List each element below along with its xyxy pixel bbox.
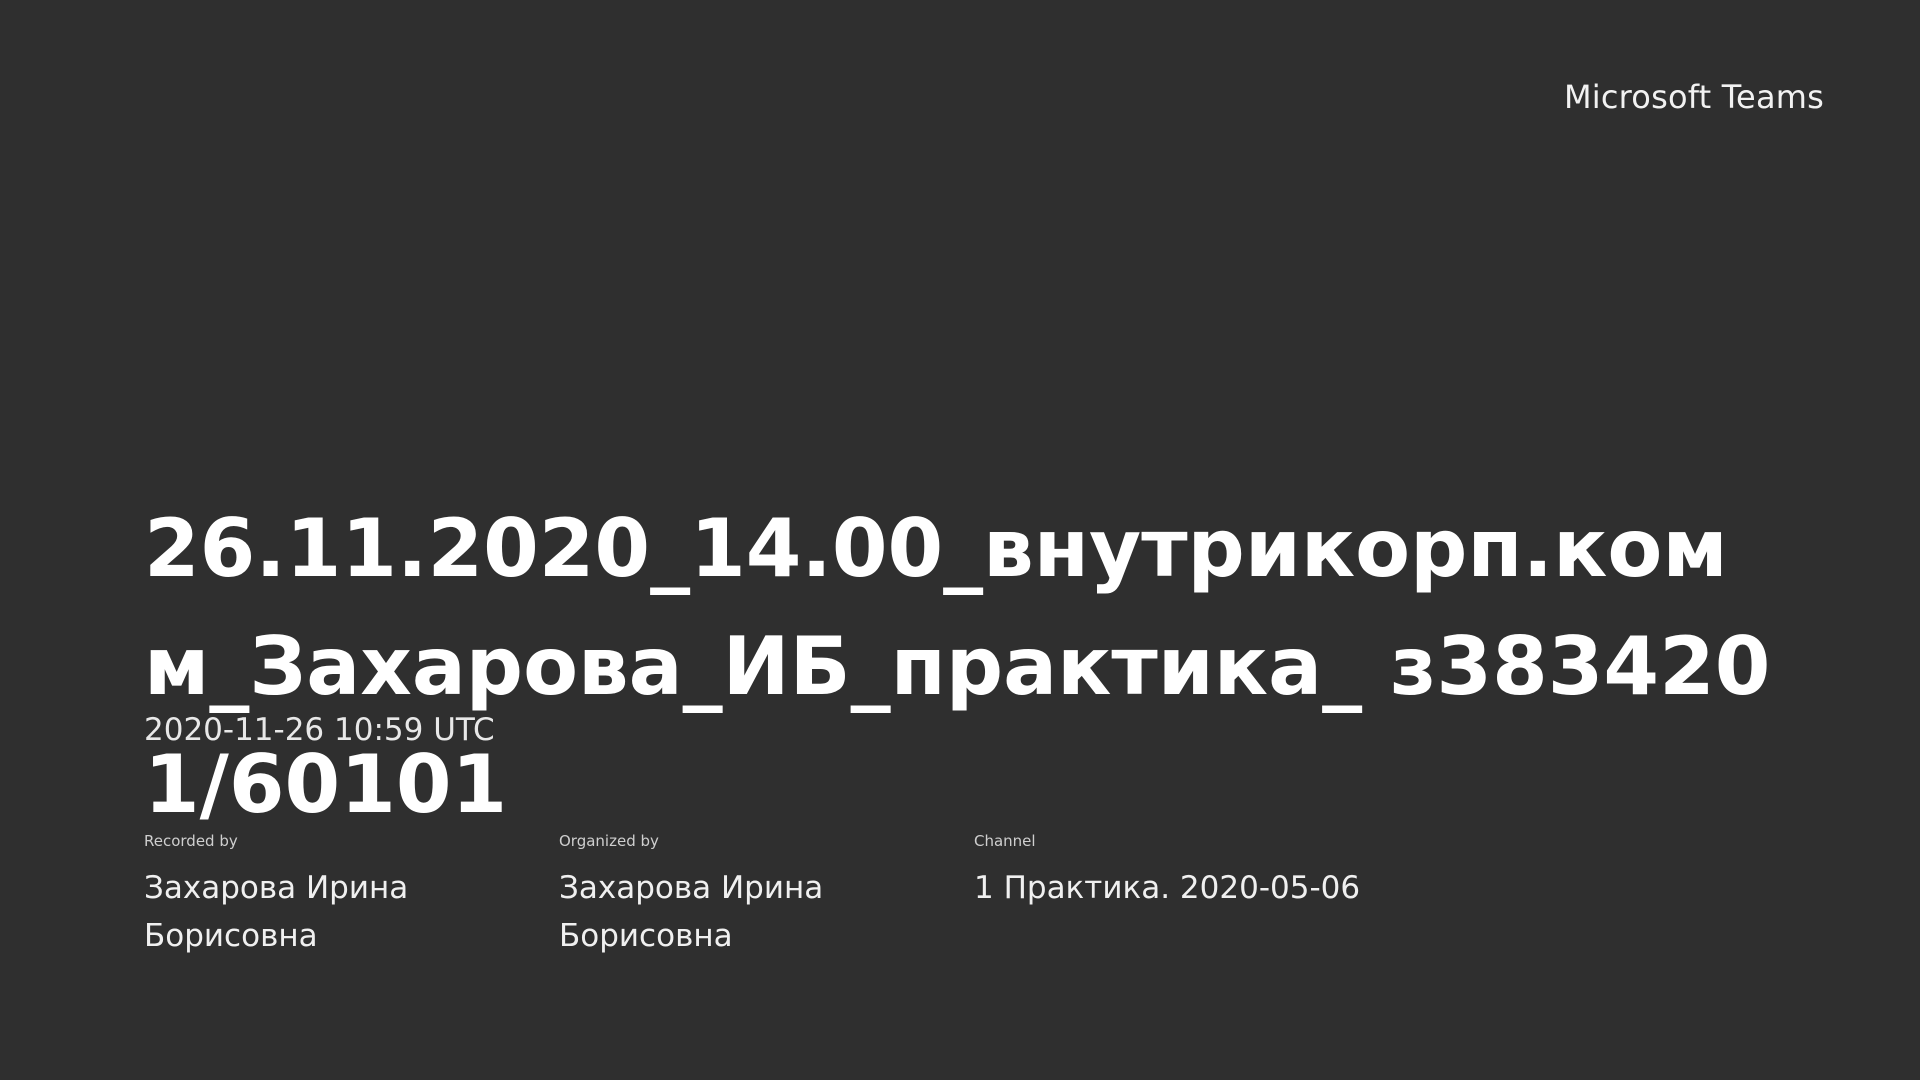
recorded-by-label: Recorded by	[144, 832, 238, 850]
recording-datetime: 2020-11-26 10:59 UTC	[144, 712, 495, 748]
recording-title: 26.11.2020_14.00_внутрикорп.комм_Захаров…	[144, 502, 1771, 831]
channel-label: Channel	[974, 832, 1036, 850]
channel-value: 1 Практика. 2020-05-06	[974, 870, 1361, 906]
recorded-by-value: Захарова Ирина Борисовна	[144, 870, 409, 954]
recorded-by-section: Recorded by Захарова Ирина Борисовна	[144, 832, 559, 960]
recording-meta: Recorded by Захарова Ирина Борисовна Org…	[144, 832, 1389, 960]
organized-by-section: Organized by Захарова Ирина Борисовна	[559, 832, 974, 960]
organized-by-value: Захарова Ирина Борисовна	[559, 870, 824, 954]
organized-by-label: Organized by	[559, 832, 659, 850]
channel-section: Channel 1 Практика. 2020-05-06	[974, 832, 1389, 960]
brand-label: Microsoft Teams	[1563, 78, 1824, 116]
